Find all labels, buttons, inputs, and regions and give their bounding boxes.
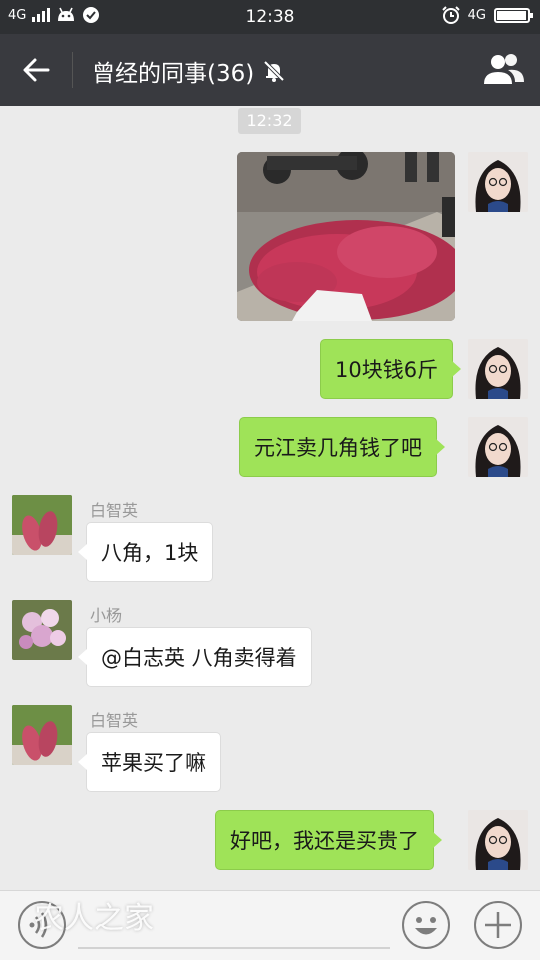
status-right: 4G [441, 6, 533, 24]
photo-message[interactable] [237, 152, 455, 321]
status-bar: 4G 12:38 4G [0, 0, 540, 34]
avatar-self[interactable] [468, 152, 528, 212]
emoji-icon[interactable] [402, 901, 450, 949]
chat-header: 曾经的同事(36) [0, 34, 540, 106]
battery-icon [494, 7, 533, 23]
input-bar: 农人之家 [0, 890, 540, 960]
avatar-self[interactable] [468, 417, 528, 477]
message-bubble-self[interactable]: 10块钱6斤 [320, 339, 462, 399]
message-bubble-other[interactable]: 八角，1块 [77, 522, 214, 582]
avatar-baizhiying[interactable] [12, 705, 72, 765]
message-input[interactable] [78, 947, 390, 949]
message-bubble-other[interactable]: 苹果买了嘛 [78, 732, 221, 792]
sender-name: 白智英 [90, 501, 139, 520]
avatar-xiaoyang[interactable] [12, 600, 72, 660]
watermark-text: 农人之家 [34, 901, 154, 936]
avatar-self[interactable] [468, 810, 528, 870]
avatar-baizhiying[interactable] [12, 495, 72, 555]
mute-bell-icon [263, 60, 285, 82]
chat-title-wrap: 曾经的同事(36) [92, 54, 286, 88]
message-bubble-self[interactable]: 好吧，我还是买贵了 [215, 810, 442, 870]
back-arrow-icon[interactable] [18, 52, 54, 88]
alarm-icon [441, 6, 460, 24]
plus-icon[interactable] [474, 901, 522, 949]
message-timestamp: 12:32 [238, 108, 301, 134]
message-bubble-self[interactable]: 元江卖几角钱了吧 [239, 417, 445, 477]
avatar-self[interactable] [468, 339, 528, 399]
dragon-fruit-photo [237, 152, 455, 321]
sender-name: 白智英 [90, 711, 139, 730]
chat-area[interactable]: 12:32 10块钱6斤 元江卖几角钱了吧 白智英 八角，1块 小杨 @白志英 … [0, 106, 540, 890]
header-divider [72, 52, 73, 88]
network-type-right: 4G [467, 7, 486, 23]
sender-name: 小杨 [90, 606, 123, 625]
message-bubble-other[interactable]: @白志英 八角卖得着 [78, 627, 312, 687]
chat-title: 曾经的同事(36) [92, 61, 255, 87]
group-members-icon[interactable] [482, 50, 526, 90]
